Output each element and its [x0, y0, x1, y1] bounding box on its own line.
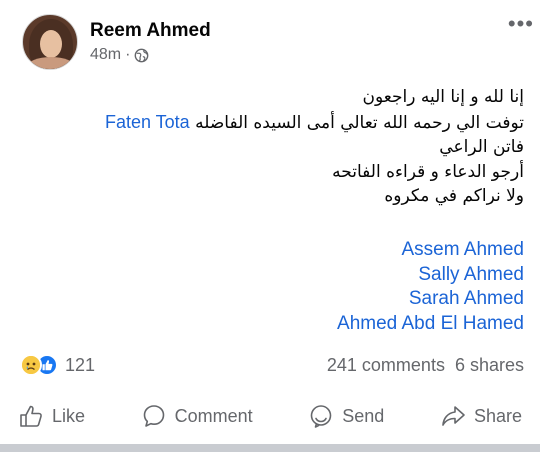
reactions-summary[interactable]: 121 — [20, 354, 95, 376]
send-label: Send — [342, 405, 385, 426]
reactions-count: 121 — [65, 354, 96, 375]
send-button[interactable]: Send — [300, 403, 392, 429]
post-line-1: إنا لله و إنا اليه راجعون — [362, 87, 524, 107]
mention-link[interactable]: Faten Tota — [105, 112, 190, 132]
post-header: Reem Ahmed 48m · ••• — [22, 13, 533, 74]
meta-separator: · — [125, 46, 131, 63]
thumbs-up-icon — [20, 405, 42, 427]
like-label: Like — [52, 405, 86, 426]
tag-link[interactable]: Sarah Ahmed — [337, 287, 524, 312]
post-body: إنا لله و إنا اليه راجعون توفت الي رحمه … — [20, 85, 524, 209]
avatar-shoulders — [27, 57, 75, 69]
share-button[interactable]: Share — [432, 403, 530, 429]
messenger-send-icon — [310, 405, 332, 428]
author-name[interactable]: Reem Ahmed — [90, 20, 211, 42]
tag-link[interactable]: Sally Ahmed — [337, 263, 524, 288]
post-line-5: ولا نراكم في مكروه — [384, 186, 524, 206]
feed-divider — [0, 444, 540, 452]
comment-button[interactable]: Comment — [133, 403, 261, 429]
stats-row: 121 241 comments 6 shares — [20, 352, 524, 378]
comment-label: Comment — [174, 405, 253, 426]
shares-count[interactable]: 6 shares — [455, 355, 524, 376]
post-line-2: توفت الي رحمه الله تعالي أمى السيده الفا… — [20, 110, 524, 136]
post-line-4: أرجو الدعاء و قراءه الفاتحه — [332, 161, 524, 182]
more-horizontal-icon[interactable]: ••• — [508, 13, 534, 35]
tag-link[interactable]: Ahmed Abd El Hamed — [337, 312, 524, 337]
share-label: Share — [473, 405, 522, 426]
comment-icon — [143, 405, 164, 427]
share-arrow-icon — [442, 406, 465, 426]
engagement-counts: 241 comments 6 shares — [327, 355, 524, 376]
tag-link[interactable]: Assem Ahmed — [337, 238, 525, 263]
tagged-people: Assem Ahmed Sally Ahmed Sarah Ahmed Ahme… — [337, 238, 524, 336]
post-line-2-text: توفت الي رحمه الله تعالي أمى السيده الفا… — [195, 112, 524, 133]
avatar-face — [40, 30, 62, 58]
avatar[interactable] — [22, 14, 78, 70]
sad-icon — [20, 354, 42, 376]
post-line-3: فاتن الراعي — [439, 137, 524, 157]
post-meta: 48m · — [90, 46, 149, 64]
globe-icon[interactable] — [134, 48, 149, 63]
post-time[interactable]: 48m — [90, 46, 121, 64]
like-button[interactable]: Like — [10, 403, 93, 429]
comments-count[interactable]: 241 comments — [327, 355, 445, 376]
post-actions: Like Comment Send Share — [10, 398, 530, 434]
